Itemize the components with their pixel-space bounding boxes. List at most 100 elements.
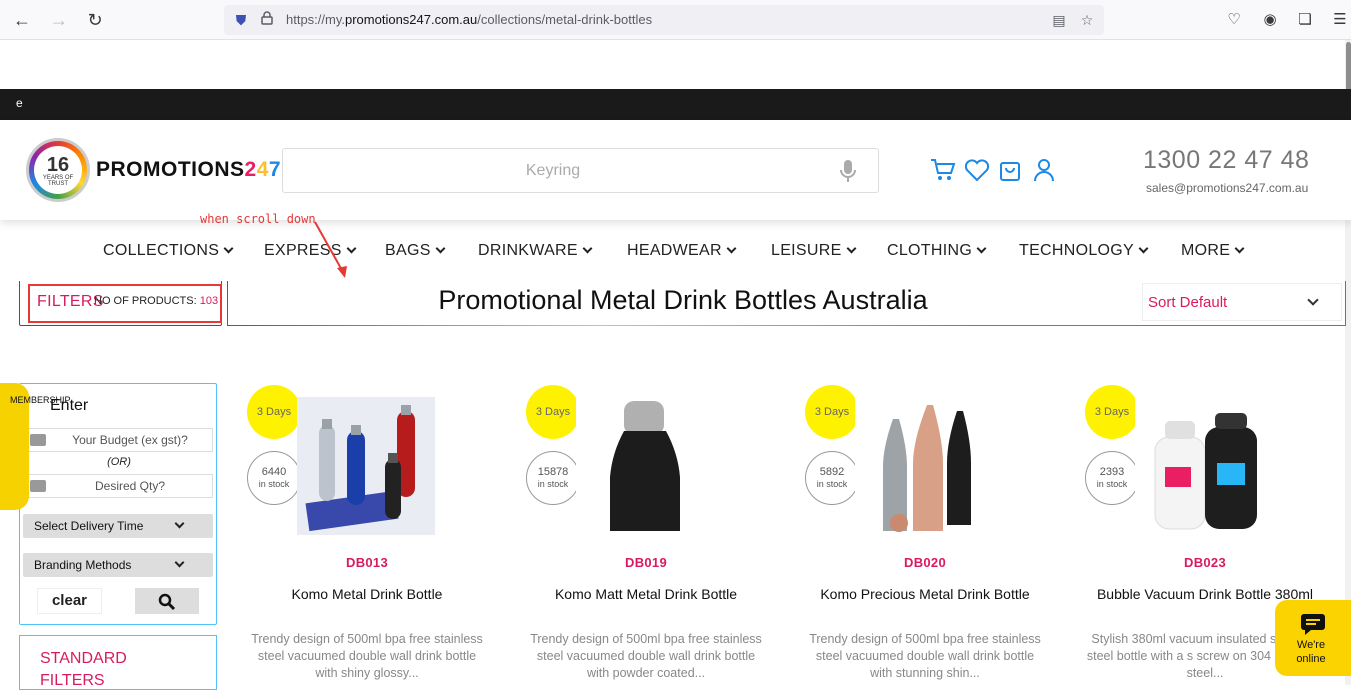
product-image[interactable] (576, 397, 714, 535)
chevron-down-icon (1138, 243, 1149, 254)
lock-icon[interactable] (258, 11, 276, 29)
chevron-down-icon (1234, 243, 1245, 254)
user-account-icon[interactable] (1030, 156, 1058, 184)
chevron-down-icon (582, 243, 593, 254)
nav-item-more[interactable]: MORE (1181, 242, 1245, 260)
chat-bubble-icon (1301, 614, 1325, 635)
browser-toolbar: ← → ↻ ⛊ https://my.promotions247.com.au/… (0, 0, 1351, 40)
nav-item-clothing[interactable]: CLOTHING (887, 242, 987, 260)
logo-subtitle: YEARS OF TRUST (42, 175, 74, 187)
extensions-icon[interactable]: ❏ (1293, 8, 1317, 32)
annotation-note: when scroll down (200, 212, 316, 226)
logo-wordmark: PROMOTIONS247 (96, 158, 282, 181)
product-description: Trendy design of 500ml bpa free stainles… (809, 632, 1041, 680)
shopping-bag-icon[interactable] (996, 156, 1024, 184)
product-image[interactable] (855, 397, 993, 535)
sort-dropdown[interactable]: Sort Default (1142, 283, 1342, 321)
annotation-arrow (314, 221, 347, 278)
chevron-down-icon (174, 557, 185, 568)
standard-filters-panel[interactable]: STANDARD FILTERS (19, 635, 217, 690)
quantity-input[interactable] (48, 475, 212, 497)
shield-icon[interactable]: ⛊ (232, 11, 250, 29)
quantity-field (23, 474, 213, 498)
product-code[interactable]: DB020 (805, 555, 1045, 570)
account-icon[interactable]: ◉ (1258, 8, 1282, 32)
product-code[interactable]: DB013 (247, 555, 487, 570)
email-address[interactable]: sales@promotions247.com.au (1146, 181, 1308, 195)
cart-icon[interactable] (929, 156, 957, 184)
menu-icon[interactable]: ☰ (1328, 8, 1351, 32)
delivery-time-label: Select Delivery Time (34, 519, 144, 533)
chevron-down-icon (726, 243, 737, 254)
back-arrow-icon[interactable]: ← (10, 8, 34, 32)
search-icon (158, 593, 176, 611)
chevron-down-icon (1307, 294, 1319, 306)
branding-methods-label: Branding Methods (34, 558, 132, 572)
site-header: 16 YEARS OF TRUST PROMOTIONS247 1300 22 … (0, 120, 1351, 220)
stock-badge: 5892 in stock (805, 451, 859, 505)
promo-strip-text: e (16, 96, 23, 110)
product-count: NO OF PRODUCTS: 103 (94, 295, 219, 307)
pocket-icon[interactable]: ♡ (1222, 8, 1246, 32)
chevron-down-icon (174, 518, 185, 529)
stock-badge: 2393 in stock (1085, 451, 1139, 505)
nav-item-leisure[interactable]: LEISURE (771, 242, 857, 260)
nav-item-bags[interactable]: BAGS (385, 242, 446, 260)
bookmark-star-icon[interactable]: ☆ (1078, 11, 1096, 29)
stock-badge: 6440 in stock (247, 451, 301, 505)
nav-item-collections[interactable]: COLLECTIONS (103, 242, 234, 260)
phone-number[interactable]: 1300 22 47 48 (1143, 146, 1309, 175)
product-card[interactable]: 3 Days 5892 in stock DB020 Komo Precious … (805, 383, 1075, 693)
product-image[interactable] (297, 397, 435, 535)
logo-badge: 16 YEARS OF TRUST (26, 138, 90, 202)
search-input[interactable] (283, 149, 823, 192)
boxes-icon (30, 480, 46, 492)
delivery-days-badge: 3 Days (247, 385, 301, 439)
stock-badge: 15878 in stock (526, 451, 580, 505)
microphone-icon[interactable] (840, 160, 856, 182)
live-chat-widget[interactable]: We're online (1275, 600, 1351, 676)
delivery-time-dropdown[interactable]: Select Delivery Time (23, 514, 213, 538)
nav-item-drinkware[interactable]: DRINKWARE (478, 242, 593, 260)
budget-input[interactable] (48, 429, 212, 451)
wallet-icon (30, 434, 46, 446)
address-bar[interactable]: ⛊ https://my.promotions247.com.au/collec… (224, 5, 1104, 35)
product-image[interactable] (1135, 397, 1273, 535)
membership-label: MEMBERSHIP (10, 395, 71, 406)
delivery-days-badge: 3 Days (526, 385, 580, 439)
main-navigation: COLLECTIONS EXPRESS BAGS DRINKWARE HEADW… (0, 220, 1351, 280)
reload-icon[interactable]: ↻ (83, 8, 107, 32)
chevron-down-icon (435, 243, 446, 254)
product-card[interactable]: 3 Days 6440 in stock DB013 Komo Metal Dri… (247, 383, 517, 693)
url-text: https://my.promotions247.com.au/collecti… (286, 12, 653, 27)
chevron-down-icon (223, 243, 234, 254)
or-label: (OR) (107, 456, 131, 468)
product-code[interactable]: DB019 (526, 555, 766, 570)
chevron-down-icon (976, 243, 987, 254)
standard-filters-label: STANDARD FILTERS (40, 650, 127, 689)
product-code[interactable]: DB023 (1085, 555, 1325, 570)
promo-strip: e (0, 89, 1351, 120)
site-logo[interactable]: 16 YEARS OF TRUST PROMOTIONS247 (26, 136, 281, 204)
product-name[interactable]: Komo Metal Drink Bottle (227, 586, 507, 602)
clear-button[interactable]: clear (37, 588, 102, 614)
membership-tab[interactable]: MEMBERSHIP (0, 383, 71, 510)
wishlist-heart-icon[interactable] (963, 156, 991, 184)
delivery-days-badge: 3 Days (1085, 385, 1139, 439)
forward-arrow-icon[interactable]: → (47, 8, 71, 32)
logo-number: 16 (46, 154, 70, 176)
chat-status-label: We're online (1296, 639, 1326, 665)
reader-view-icon[interactable]: ▤ (1050, 11, 1068, 29)
budget-filter-panel: Enter (OR) Select Delivery Time Branding… (19, 383, 217, 625)
page-title: Promotional Metal Drink Bottles Australi… (438, 285, 928, 315)
nav-item-technology[interactable]: TECHNOLOGY (1019, 242, 1149, 260)
filter-search-button[interactable] (135, 588, 199, 614)
branding-methods-dropdown[interactable]: Branding Methods (23, 553, 213, 577)
chevron-down-icon (846, 243, 857, 254)
product-name[interactable]: Komo Matt Metal Drink Bottle (506, 586, 786, 602)
nav-item-headwear[interactable]: HEADWEAR (627, 242, 737, 260)
product-description: Trendy design of 500ml bpa free stainles… (530, 632, 762, 680)
product-card[interactable]: 3 Days 15878 in stock DB019 Komo Matt Met… (526, 383, 796, 693)
product-name[interactable]: Komo Precious Metal Drink Bottle (785, 586, 1065, 602)
delivery-days-badge: 3 Days (805, 385, 859, 439)
